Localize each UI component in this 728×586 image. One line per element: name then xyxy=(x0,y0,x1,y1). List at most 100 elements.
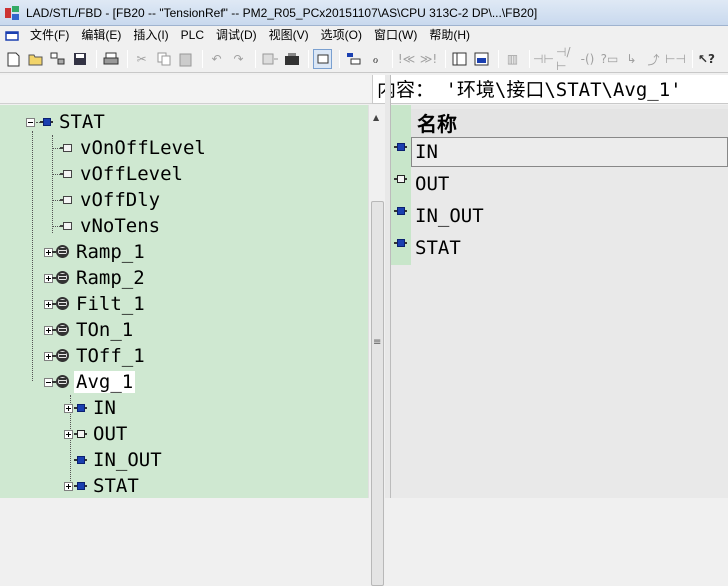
output-icon xyxy=(74,428,87,440)
toolbar-separator xyxy=(96,50,97,68)
menu-file[interactable]: 文件(F) xyxy=(24,26,75,45)
tree-node-var[interactable]: vOffLevel xyxy=(52,161,185,187)
tree-connector xyxy=(52,147,60,149)
tree-node-in-out[interactable]: IN_OUT xyxy=(74,447,164,473)
toolbar-separator xyxy=(445,50,446,68)
menu-view[interactable]: 视图(V) xyxy=(263,26,315,45)
tree-node-label: TOff_1 xyxy=(76,345,145,367)
addresses-icon[interactable]: ℴ xyxy=(366,49,385,69)
tree-scrollbar[interactable]: ▲ ≡ xyxy=(368,105,385,586)
overview-icon[interactable] xyxy=(450,49,469,69)
tree-node-struct[interactable]: Ramp_2 xyxy=(44,265,147,291)
menu-plc[interactable]: PLC xyxy=(175,26,210,45)
app-icon xyxy=(4,5,20,21)
branch-open-icon[interactable]: ↳ xyxy=(622,49,641,69)
accessible-nodes-icon[interactable] xyxy=(48,49,67,69)
menu-options[interactable]: 选项(O) xyxy=(315,26,368,45)
tree-node-struct[interactable]: Filt_1 xyxy=(44,291,147,317)
stat-variable-icon xyxy=(394,237,407,249)
toolbar-separator xyxy=(529,50,530,68)
previous-icon[interactable]: !≪ xyxy=(397,49,416,69)
paste-icon[interactable] xyxy=(176,49,195,69)
tree-guide-line xyxy=(32,131,33,381)
print-icon[interactable] xyxy=(101,49,120,69)
tree-node-struct[interactable]: Ramp_1 xyxy=(44,239,147,265)
stat-variable-icon xyxy=(74,480,87,492)
expand-icon[interactable] xyxy=(64,429,73,439)
branch-close-icon[interactable]: ⤴ xyxy=(644,49,663,69)
menu-insert[interactable]: 插入(I) xyxy=(127,26,174,45)
network-icon[interactable]: ▥ xyxy=(503,49,522,69)
scroll-up-icon[interactable]: ▲ xyxy=(373,113,379,122)
collapse-icon[interactable] xyxy=(26,117,35,127)
save-icon[interactable] xyxy=(70,49,89,69)
tree-node-struct[interactable]: TOn_1 xyxy=(44,317,135,343)
detail-panel: 名称 IN OUT IN_OUT STAT xyxy=(391,105,728,498)
details-icon[interactable] xyxy=(472,49,491,69)
tree-node-var[interactable]: vOnOffLevel xyxy=(52,135,208,161)
symbol-icon[interactable] xyxy=(344,49,363,69)
detail-row-label: OUT xyxy=(415,173,450,195)
detail-row[interactable]: IN_OUT xyxy=(391,201,728,233)
instance-icon xyxy=(52,296,70,312)
tree-connector xyxy=(52,225,60,227)
next-icon[interactable]: ≫! xyxy=(419,49,438,69)
tree-node-stat-child[interactable]: STAT xyxy=(64,473,141,498)
tree-node-label: Ramp_2 xyxy=(76,267,145,289)
column-header-label: 名称 xyxy=(417,112,457,136)
cut-icon[interactable]: ✂ xyxy=(132,49,151,69)
toolbar-separator xyxy=(255,50,256,68)
toolbar-separator xyxy=(692,50,693,68)
detail-row[interactable]: IN xyxy=(391,137,728,169)
open-icon[interactable] xyxy=(26,49,45,69)
tree-node-label: vNoTens xyxy=(80,215,161,237)
tree-node-label: Filt_1 xyxy=(76,293,145,315)
tree-node-in[interactable]: IN xyxy=(64,395,118,421)
undo-icon[interactable]: ↶ xyxy=(207,49,226,69)
content-path-text: 内容： '环境\接口\STAT\Avg_1' xyxy=(377,79,682,101)
connection-icon[interactable]: ⊢⊣ xyxy=(665,49,686,69)
title-bar: LAD/STL/FBD - [FB20 -- "TensionRef" -- P… xyxy=(0,0,728,26)
interface-tree[interactable]: STAT vOnOffLevel vOffLevel vOffDly vNoTe… xyxy=(0,105,368,498)
redo-icon[interactable]: ↷ xyxy=(229,49,248,69)
tree-connector xyxy=(52,173,60,175)
tree-node-var[interactable]: vOffDly xyxy=(52,187,162,213)
in-out-icon xyxy=(394,205,407,217)
tree-node-out[interactable]: OUT xyxy=(64,421,129,447)
tree-node-stat[interactable]: STAT xyxy=(26,109,107,135)
menu-help[interactable]: 帮助(H) xyxy=(423,26,476,45)
tree-connector xyxy=(52,199,60,201)
expand-icon[interactable] xyxy=(64,403,73,413)
toolbar-separator xyxy=(308,50,309,68)
instance-icon xyxy=(52,348,70,364)
tree-node-var[interactable]: vNoTens xyxy=(52,213,162,239)
instance-icon xyxy=(52,244,70,260)
document-window-icon[interactable] xyxy=(4,29,20,43)
toolbar: ✂ ↶ ↷ ℴ !≪ ≫! ▥ ⊣⊢ ⊣/⊢ -() ?▭ ↳ ⤴ ⊢⊣ ↖? xyxy=(0,45,728,73)
scrollbar-thumb[interactable] xyxy=(371,201,384,586)
tree-node-struct[interactable]: TOff_1 xyxy=(44,343,147,369)
normally-open-icon[interactable]: ⊣⊢ xyxy=(533,49,554,69)
toolbar-separator xyxy=(127,50,128,68)
tree-node-struct-selected[interactable]: Avg_1 xyxy=(44,369,136,395)
load-icon[interactable] xyxy=(260,49,279,69)
column-header-name[interactable]: 名称 xyxy=(411,109,728,139)
new-icon[interactable] xyxy=(4,49,23,69)
menu-edit[interactable]: 编辑(E) xyxy=(75,26,127,45)
copy-icon[interactable] xyxy=(154,49,173,69)
normally-closed-icon[interactable]: ⊣/⊢ xyxy=(556,45,575,73)
menu-debug[interactable]: 调试(D) xyxy=(210,26,263,45)
expand-icon[interactable] xyxy=(64,481,73,491)
toolbar-separator xyxy=(498,50,499,68)
box-icon[interactable]: ?▭ xyxy=(600,49,619,69)
detail-row[interactable]: STAT xyxy=(391,233,728,265)
coil-icon[interactable]: -() xyxy=(578,49,597,69)
window-title: LAD/STL/FBD - [FB20 -- "TensionRef" -- P… xyxy=(26,5,538,20)
in-out-icon xyxy=(74,454,87,466)
detail-row[interactable]: OUT xyxy=(391,169,728,201)
menu-window[interactable]: 窗口(W) xyxy=(368,26,423,45)
output-icon xyxy=(394,173,407,185)
interface-icon[interactable] xyxy=(313,49,332,69)
help-icon[interactable]: ↖? xyxy=(697,49,716,69)
monitor-icon[interactable] xyxy=(282,49,301,69)
